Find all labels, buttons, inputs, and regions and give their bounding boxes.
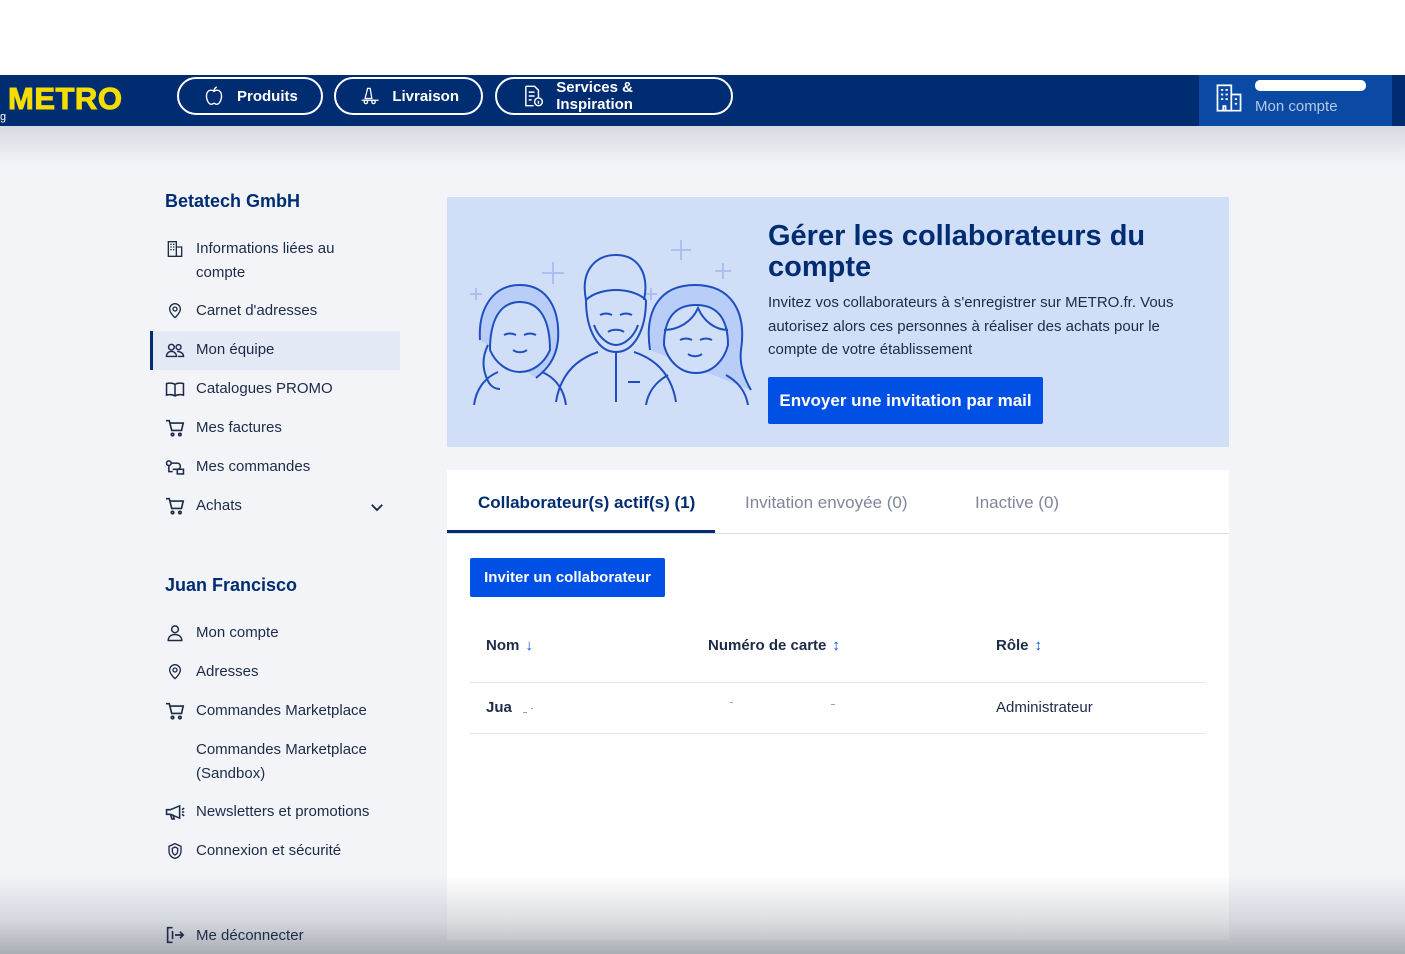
account-label: Mon compte	[1255, 98, 1338, 115]
redacted-mark	[831, 704, 835, 705]
sidebar-item-label: Connexion et sécurité	[196, 842, 342, 859]
location-pin-icon	[168, 303, 182, 319]
book-icon	[165, 382, 185, 397]
delivery-icon	[361, 87, 379, 105]
logout-icon	[166, 926, 185, 944]
collaborators-illustration-icon	[470, 240, 752, 405]
nav-livraison-button[interactable]: Livraison	[334, 77, 483, 115]
user-title: Juan Francisco	[165, 575, 298, 595]
nav-services-button[interactable]: Services & Inspiration	[495, 77, 733, 115]
nav-livraison-label: Livraison	[392, 87, 459, 105]
sidebar-item-label: Achats	[196, 497, 242, 514]
logo-fragment: g	[0, 111, 7, 123]
apple-icon	[205, 86, 223, 105]
column-label: Rôle	[996, 637, 1029, 654]
logout-label: Me déconnecter	[196, 926, 304, 944]
nav-produits-label: Produits	[237, 87, 298, 105]
building-icon	[167, 241, 183, 257]
company-title: Betatech GmbH	[165, 191, 301, 211]
column-header-numero-carte[interactable]: Numéro de carte ↕	[708, 637, 840, 654]
sidebar-item-label: Catalogues PROMO	[196, 380, 333, 397]
cart-icon	[166, 702, 185, 720]
sidebar-item-mon-equipe[interactable]: Mon équipe	[165, 338, 274, 362]
collaborators-panel	[447, 470, 1229, 940]
sidebar-item-marketplace-sandbox[interactable]: Commandes Marketplace (Sandbox)	[165, 738, 386, 786]
sidebar-item-mon-compte[interactable]: Mon compte	[165, 621, 279, 645]
tab-inactive[interactable]: Inactive (0)	[975, 493, 1059, 513]
table-row-divider	[470, 733, 1205, 734]
shield-icon	[168, 842, 182, 860]
column-header-nom[interactable]: Nom ↓	[486, 637, 533, 654]
navbar-shadow	[0, 126, 1405, 166]
cart-icon	[166, 497, 185, 515]
team-icon	[165, 343, 185, 358]
top-navbar: METRO g Produits Livraison Services & In…	[0, 75, 1405, 126]
sidebar-item-commandes[interactable]: Mes commandes	[165, 455, 310, 479]
tabs-divider	[447, 533, 1229, 534]
redacted-mark	[523, 712, 527, 713]
sidebar-item-marketplace[interactable]: Commandes Marketplace	[165, 699, 367, 723]
account-menu-button[interactable]: Mon compte	[1199, 75, 1392, 126]
cart-icon	[166, 419, 185, 437]
location-pin-icon	[168, 664, 182, 680]
orders-icon	[165, 460, 185, 475]
sidebar-item-label: Mes factures	[196, 419, 282, 436]
megaphone-icon	[165, 804, 185, 820]
sidebar-item-label: Mon compte	[196, 624, 279, 641]
user-icon	[167, 625, 183, 642]
redacted-mark	[531, 708, 533, 709]
services-doc-icon	[525, 85, 544, 107]
banner-description: Invitez vos collaborateurs à s'enregistr…	[768, 294, 1174, 358]
column-label: Nom	[486, 637, 520, 654]
banner-title: Gérer les collaborateurs du compte	[768, 220, 1146, 283]
column-label: Numéro de carte	[708, 637, 827, 654]
sort-both-icon[interactable]: ↕	[832, 637, 840, 654]
nav-produits-button[interactable]: Produits	[177, 77, 323, 115]
sidebar-item-achats[interactable]: Achats	[165, 494, 242, 518]
sidebar-item-address-book[interactable]: Carnet d'adresses	[165, 299, 317, 323]
top-blank-area	[0, 0, 1405, 75]
table-cell-name: Jua	[486, 699, 512, 716]
redacted-mark	[730, 702, 733, 703]
empty-icon-slot	[165, 738, 185, 762]
sidebar-item-securite[interactable]: Connexion et sécurité	[165, 839, 341, 863]
metro-logo[interactable]: METRO	[7, 81, 122, 117]
sidebar-item-catalogues[interactable]: Catalogues PROMO	[165, 377, 333, 401]
tab-invitations-sent[interactable]: Invitation envoyée (0)	[745, 493, 908, 513]
tab-active-collaborators[interactable]: Collaborateur(s) actif(s) (1)	[478, 493, 695, 513]
building-icon	[1216, 84, 1242, 112]
sidebar-item-newsletters[interactable]: Newsletters et promotions	[165, 800, 369, 824]
logout-link[interactable]: Me déconnecter	[165, 926, 304, 944]
sidebar-item-label: Adresses	[196, 663, 259, 680]
sidebar-item-factures[interactable]: Mes factures	[165, 416, 282, 440]
sidebar-item-account-info[interactable]: Informations liées au compte	[165, 237, 365, 285]
send-email-invitation-button[interactable]: Envoyer une invitation par mail	[768, 377, 1043, 424]
account-name-redacted	[1255, 80, 1366, 91]
table-header-divider	[470, 682, 1205, 683]
nav-services-label: Services & Inspiration	[556, 79, 633, 113]
table-cell-role: Administrateur	[996, 699, 1093, 716]
sidebar-item-label: Newsletters et promotions	[196, 803, 370, 820]
sidebar-item-label: Carnet d'adresses	[196, 302, 318, 319]
sidebar-item-label: Commandes Marketplace (Sandbox)	[196, 741, 367, 782]
sidebar-item-label: Mes commandes	[196, 458, 311, 475]
sort-both-icon[interactable]: ↕	[1035, 637, 1043, 654]
chevron-down-icon[interactable]	[368, 498, 386, 516]
sidebar-item-adresses[interactable]: Adresses	[165, 660, 259, 684]
column-header-role[interactable]: Rôle ↕	[996, 637, 1042, 654]
sort-down-icon[interactable]: ↓	[525, 637, 533, 654]
sidebar-item-label: Mon équipe	[196, 341, 275, 358]
sidebar-item-label: Informations liées au compte	[196, 240, 335, 281]
sidebar-item-label: Commandes Marketplace	[196, 702, 367, 719]
invite-collaborator-button[interactable]: Inviter un collaborateur	[470, 558, 665, 597]
